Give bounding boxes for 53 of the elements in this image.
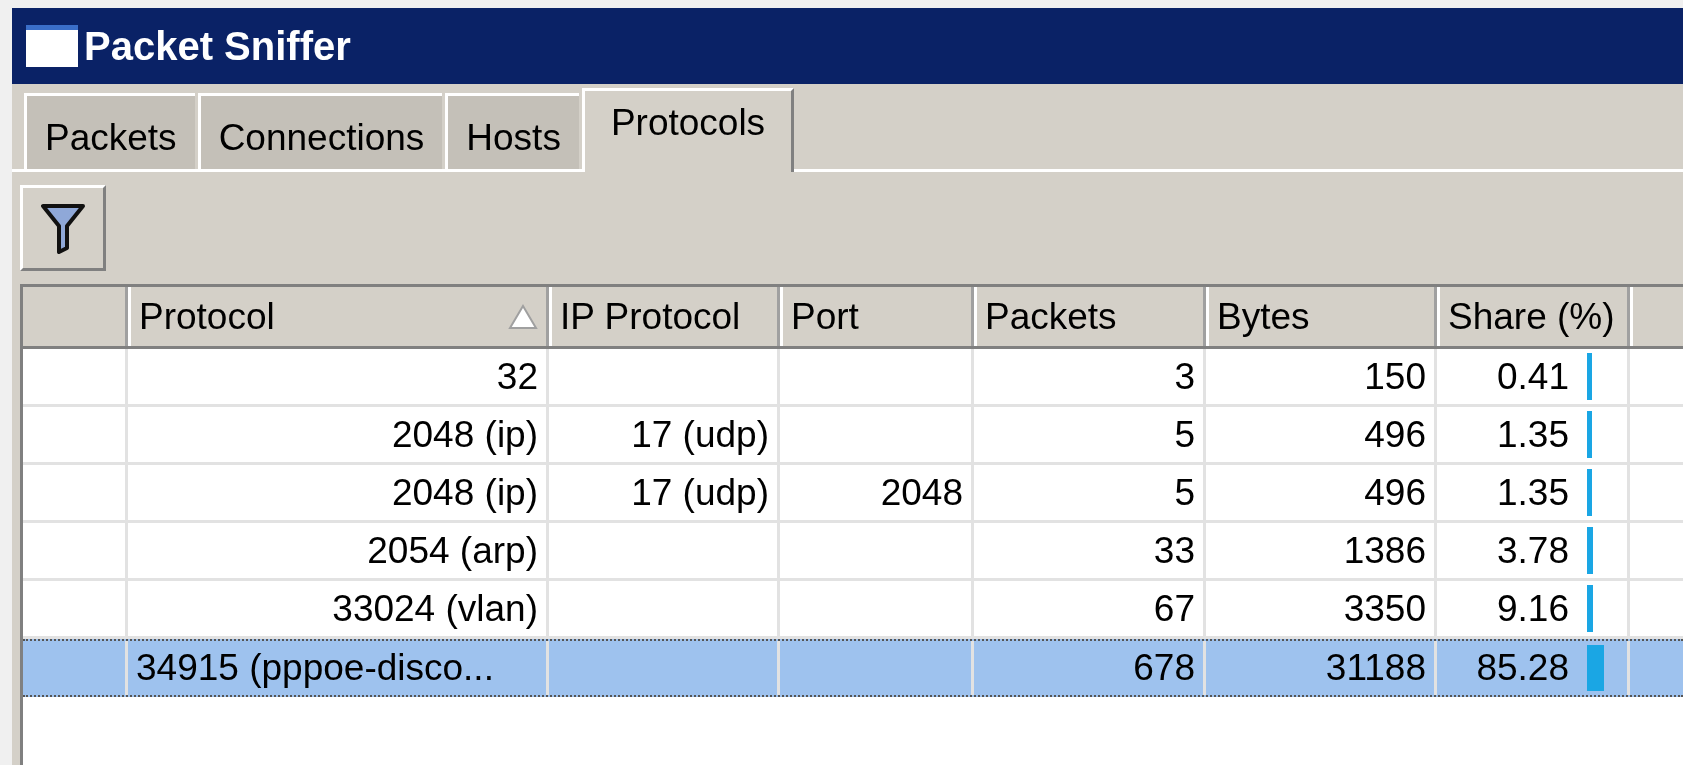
tab[interactable]: Packets [24, 93, 195, 169]
table-cell-text: 17 (udp) [631, 470, 769, 515]
table-cell-text: 2054 (arp) [367, 528, 538, 573]
tab[interactable]: Protocols [581, 88, 795, 172]
table-cell-text: 1.35 [1497, 412, 1569, 457]
filter-button[interactable] [20, 185, 106, 271]
table-row[interactable]: 2048 (ip) 17 (udp) 2048 5 496 1.35 [23, 465, 1683, 523]
column-header[interactable]: Share (%) [1437, 287, 1630, 346]
table-row[interactable]: 34915 (pppoe-disco... 678 31188 85.28 [23, 639, 1683, 697]
table-cell-text: 33024 (vlan) [332, 586, 538, 631]
table-cell-text: 1.35 [1497, 470, 1569, 515]
share-bar [1587, 353, 1593, 400]
column-header[interactable]: IP Protocol [549, 287, 780, 346]
table-cell-text: 32 [496, 354, 538, 399]
table-cell-text: 2048 [880, 470, 963, 515]
share-bar [1587, 469, 1593, 516]
column-header[interactable]: Protocol [128, 287, 549, 346]
table-cell-text: 2048 (ip) [391, 470, 538, 515]
table-cell-text: 3350 [1343, 586, 1426, 631]
share-bar [1587, 411, 1593, 458]
share-bar [1587, 645, 1604, 691]
table-cell-text: 9.16 [1497, 586, 1569, 631]
tab[interactable]: Hosts [445, 93, 579, 169]
window-title: Packet Sniffer [84, 26, 351, 66]
table-cell-text: 31188 [1325, 646, 1426, 691]
column-header[interactable]: Port [780, 287, 974, 346]
window-icon [26, 25, 78, 67]
column-header[interactable]: Packets [974, 287, 1206, 346]
table-cell-text: 17 (udp) [631, 412, 769, 457]
table-cell-text: 5 [1174, 470, 1195, 515]
table-cell-text: 2048 (ip) [391, 412, 538, 457]
table-cell-text: 1386 [1343, 528, 1426, 573]
table-cell-text: 150 [1364, 354, 1426, 399]
table-cell-text: 0.41 [1497, 354, 1569, 399]
table-cell-text: 496 [1364, 412, 1426, 457]
table-cell-text: 5 [1174, 412, 1195, 457]
table-cell-text: 67 [1153, 586, 1195, 631]
table-cell-text: 85.28 [1476, 646, 1569, 691]
table-cell-text: 3.78 [1497, 528, 1569, 573]
table-row[interactable]: 2048 (ip) 17 (udp) 5 496 1.35 [23, 407, 1683, 465]
column-header[interactable]: Bytes [1206, 287, 1437, 346]
table-row[interactable]: 32 3 150 0.41 [23, 349, 1683, 407]
table-row[interactable]: 33024 (vlan) 67 3350 9.16 [23, 581, 1683, 639]
table-cell-text: 678 [1133, 646, 1195, 691]
table-cell-text: 33 [1153, 528, 1195, 573]
share-bar [1587, 585, 1594, 632]
tab[interactable]: Connections [197, 93, 443, 169]
filter-icon [41, 202, 85, 254]
table-cell-text: 3 [1174, 354, 1195, 399]
share-bar [1587, 527, 1593, 574]
table-row[interactable]: 2054 (arp) 33 1386 3.78 [23, 523, 1683, 581]
table-cell-text: 34915 (pppoe-disco... [136, 646, 494, 691]
table-cell-text: 496 [1364, 470, 1426, 515]
